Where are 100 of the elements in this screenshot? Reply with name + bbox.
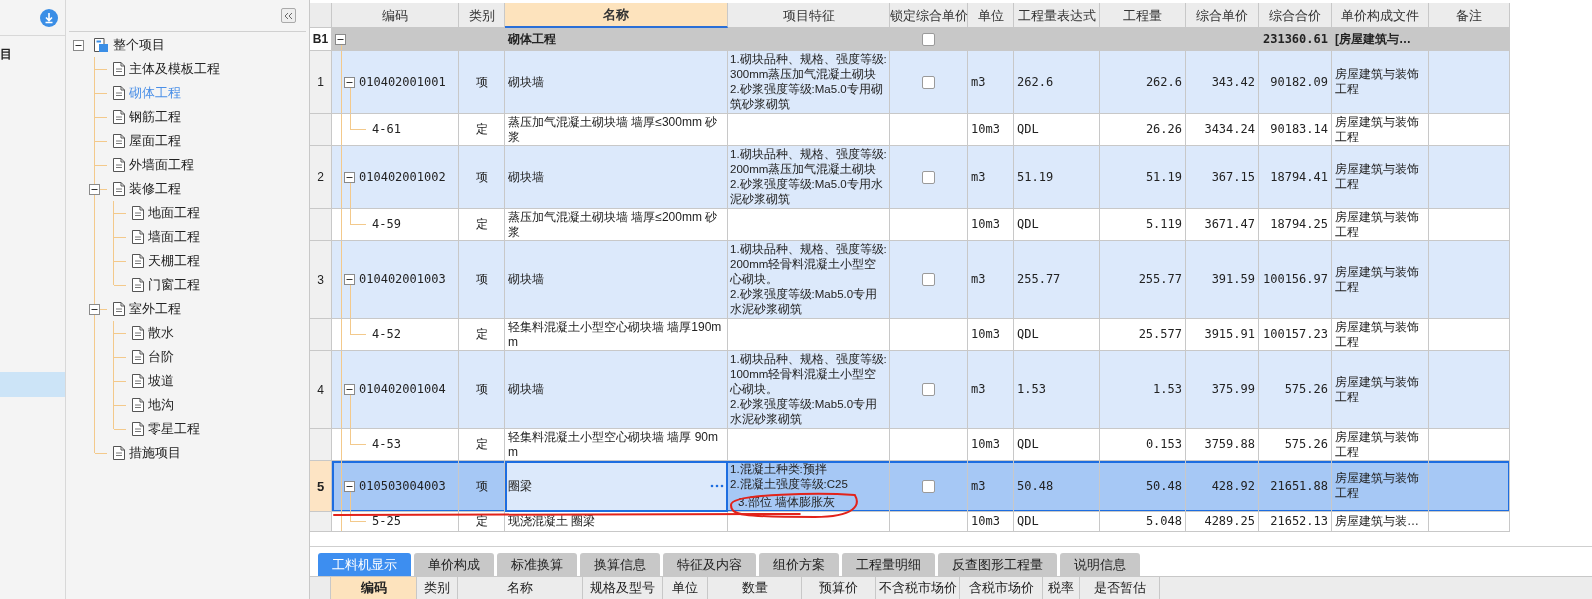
tree-item[interactable]: 坡道 <box>130 372 176 390</box>
column-header[interactable]: 类别 <box>417 577 458 599</box>
column-header[interactable]: 工程量 <box>1100 3 1186 28</box>
tree-item[interactable]: 天棚工程 <box>130 252 202 270</box>
tree-item[interactable]: 地面工程 <box>130 204 202 222</box>
document-icon <box>132 254 144 268</box>
name-text: 圈梁 <box>508 478 532 494</box>
column-header[interactable]: 综合单价 <box>1186 3 1259 28</box>
tree-item[interactable]: 装修工程 <box>111 180 183 198</box>
collapse-icon[interactable] <box>344 480 355 492</box>
collapse-icon[interactable] <box>344 274 355 285</box>
collapse-panel-button[interactable] <box>281 8 296 23</box>
tree-item[interactable]: 屋面工程 <box>111 132 183 150</box>
tree-item[interactable]: 措施项目 <box>111 444 183 462</box>
code-text: 4-53 <box>372 437 401 452</box>
tree-item[interactable]: 外墙面工程 <box>111 156 196 174</box>
table-cell: 现浇混凝土 圈梁 <box>505 512 728 532</box>
column-header[interactable]: 备注 <box>1429 3 1510 28</box>
column-header[interactable]: 工程量表达式 <box>1014 3 1100 28</box>
feature-text: 1.砌块品种、规格、强度等级:100mm轻骨料混凝土小型空心砌块。 <box>730 352 888 397</box>
collapse-icon[interactable] <box>89 303 100 315</box>
tab[interactable]: 说明信息 <box>1060 553 1140 576</box>
tree-item[interactable]: 台阶 <box>130 348 176 366</box>
tab[interactable]: 组价方案 <box>759 553 839 576</box>
collapse-icon[interactable] <box>344 76 355 88</box>
tab[interactable]: 反查图形工程量 <box>938 553 1057 576</box>
tree-item[interactable]: 钢筋工程 <box>111 108 183 126</box>
collapse-icon[interactable] <box>344 384 355 395</box>
code-text: 4-61 <box>372 122 401 137</box>
row-number[interactable]: 3 <box>310 241 332 319</box>
row-number[interactable]: B1 <box>310 28 332 51</box>
more-icon[interactable] <box>710 484 724 488</box>
feature-text: 2.砂浆强度等级:Mab5.0专用水泥砂浆砌筑 <box>730 287 879 317</box>
column-header[interactable]: 预算价 <box>802 577 876 599</box>
tab[interactable]: 工程量明细 <box>842 553 935 576</box>
column-header[interactable]: 税率 <box>1043 577 1080 599</box>
document-icon <box>113 446 125 460</box>
collapse-icon[interactable] <box>89 183 100 195</box>
checkbox[interactable] <box>922 75 935 89</box>
table-cell: 定 <box>459 512 505 532</box>
table-cell: 10m3 <box>968 512 1014 532</box>
collapse-icon[interactable] <box>344 171 355 183</box>
document-icon <box>113 182 125 196</box>
collapse-icon[interactable] <box>73 39 84 51</box>
column-header[interactable]: 编码 <box>332 3 459 28</box>
table-cell: QDL <box>1014 512 1100 532</box>
column-header[interactable]: 数量 <box>708 577 802 599</box>
column-header[interactable]: 不含税市场价 <box>876 577 960 599</box>
column-header[interactable]: 锁定综合单价 <box>890 3 968 28</box>
tree-item[interactable]: 地沟 <box>130 396 176 414</box>
tree-item[interactable]: 室外工程 <box>111 300 183 318</box>
tab[interactable]: 换算信息 <box>580 553 660 576</box>
checkbox[interactable] <box>922 170 935 184</box>
tree-item[interactable]: 整个项目 <box>91 36 167 54</box>
column-header[interactable]: 含税市场价 <box>960 577 1043 599</box>
tab[interactable]: 标准换算 <box>497 553 577 576</box>
column-header[interactable]: 规格及型号 <box>583 577 663 599</box>
document-icon <box>113 86 125 100</box>
tree-item[interactable]: 主体及模板工程 <box>111 60 222 78</box>
code-text: 010402001001 <box>359 74 446 90</box>
row-number[interactable]: 1 <box>310 51 332 114</box>
document-icon <box>132 230 144 244</box>
column-header[interactable]: 单位 <box>663 577 708 599</box>
document-icon <box>132 326 144 340</box>
tab[interactable]: 特征及内容 <box>663 553 756 576</box>
tab[interactable]: 单价构成 <box>414 553 494 576</box>
column-header[interactable]: 是否暂估 <box>1080 577 1160 599</box>
column-header[interactable]: 单位 <box>968 3 1014 28</box>
collapse-icon[interactable] <box>335 33 346 45</box>
document-icon <box>113 110 125 124</box>
feature-text: 1.混凝土种类:预拌 <box>730 462 827 477</box>
row-number[interactable]: 5 <box>310 461 332 512</box>
column-header[interactable]: 类别 <box>459 3 505 28</box>
column-header[interactable]: 名称 <box>458 577 583 599</box>
checkbox[interactable] <box>922 273 935 286</box>
document-icon <box>113 134 125 148</box>
code-text: 5-25 <box>372 514 401 529</box>
tree-item[interactable]: 墙面工程 <box>130 228 202 246</box>
download-icon[interactable] <box>40 8 58 27</box>
column-header[interactable]: 名称 <box>505 3 728 28</box>
column-header[interactable]: 单价构成文件 <box>1332 3 1429 28</box>
row-number[interactable]: 4 <box>310 351 332 429</box>
double-chevron-icon <box>284 11 293 20</box>
column-header[interactable]: 项目特征 <box>728 3 890 28</box>
feature-text: 2.混凝土强度等级:C25 <box>730 477 848 492</box>
tree-item[interactable]: 散水 <box>130 324 176 342</box>
feature-text: 1.砌块品种、规格、强度等级:300mm蒸压加气混凝土砌块 <box>730 52 888 82</box>
code-text: 010402001003 <box>359 272 446 287</box>
checkbox[interactable] <box>922 32 935 46</box>
tree-item[interactable]: 门窗工程 <box>130 276 202 294</box>
tree-item[interactable]: 零星工程 <box>130 420 202 438</box>
checkbox[interactable] <box>922 383 935 396</box>
document-icon <box>132 206 144 220</box>
row-number[interactable]: 2 <box>310 146 332 209</box>
column-header[interactable]: 编码 <box>331 577 417 599</box>
feature-text: 1.砌块品种、规格、强度等级:200mm蒸压加气混凝土砌块 <box>730 147 888 177</box>
checkbox[interactable] <box>922 479 935 493</box>
column-header[interactable]: 综合合价 <box>1259 3 1332 28</box>
feature-text: 1.砌块品种、规格、强度等级:200mm轻骨料混凝土小型空心砌块。 <box>730 242 888 287</box>
nav-item[interactable]: 目 <box>0 44 65 64</box>
